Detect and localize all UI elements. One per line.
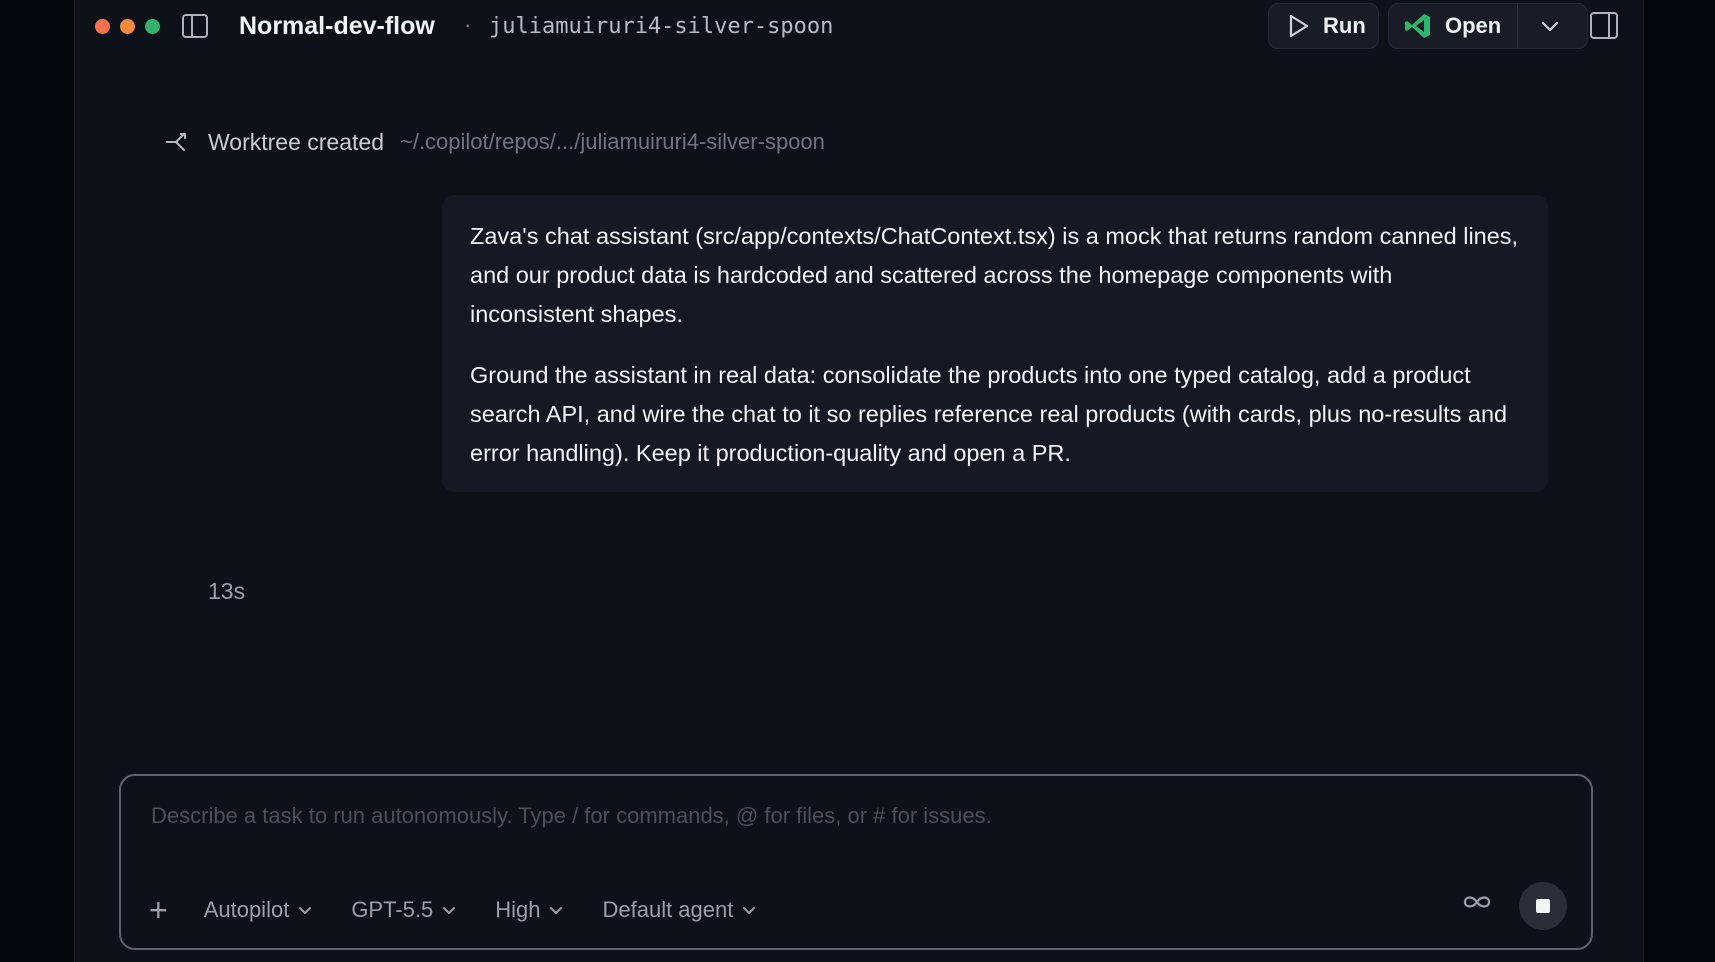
- chevron-down-icon: [443, 907, 456, 914]
- panel-toggle-icon[interactable]: [1590, 12, 1618, 39]
- app-window: Normal-dev-flow · juliamuiruri4-silver-s…: [74, 0, 1644, 962]
- effort-value: High: [495, 897, 541, 922]
- run-button-label: Run: [1323, 13, 1366, 38]
- elapsed-time: 13s: [208, 578, 246, 604]
- composer: + Autopilot GPT-5.5 High Default agent: [119, 774, 1593, 950]
- close-window-button[interactable]: [95, 19, 110, 34]
- open-button[interactable]: Open: [1389, 4, 1501, 48]
- worktree-status: Worktree created ~/.copilot/repos/.../ju…: [164, 128, 825, 156]
- title-bar: Normal-dev-flow · juliamuiruri4-silver-s…: [75, 0, 1643, 54]
- open-divider: [1517, 4, 1518, 48]
- effort-selector[interactable]: High: [495, 897, 564, 923]
- composer-toolbar: + Autopilot GPT-5.5 High Default agent: [149, 894, 795, 926]
- sidebar-toggle-icon[interactable]: [182, 14, 208, 38]
- agent-value: Default agent: [602, 897, 734, 922]
- agent-selector[interactable]: Default agent: [602, 897, 757, 923]
- chevron-down-icon: [550, 907, 563, 914]
- chevron-down-icon: [743, 907, 756, 914]
- message-paragraph: Ground the assistant in real data: conso…: [470, 362, 1508, 466]
- stop-icon: [1536, 899, 1550, 913]
- maximize-window-button[interactable]: [145, 19, 160, 34]
- message-paragraph: Zava's chat assistant (src/app/contexts/…: [470, 223, 1519, 327]
- worktree-path: ~/.copilot/repos/.../juliamuiruri4-silve…: [399, 129, 825, 154]
- open-button-label: Open: [1445, 13, 1502, 38]
- add-context-button[interactable]: +: [149, 894, 168, 926]
- vscode-icon: [1405, 14, 1430, 38]
- branch-icon: [166, 133, 186, 151]
- task-input[interactable]: [149, 802, 1533, 830]
- user-message: Zava's chat assistant (src/app/contexts/…: [442, 195, 1548, 492]
- mode-selector[interactable]: Autopilot: [204, 897, 314, 923]
- minimize-window-button[interactable]: [120, 19, 135, 34]
- worktree-label: Worktree created: [208, 128, 384, 155]
- infinity-icon[interactable]: [1461, 888, 1493, 916]
- model-selector[interactable]: GPT-5.5: [351, 897, 457, 923]
- open-button-group: Open: [1388, 3, 1588, 49]
- stop-button[interactable]: [1519, 882, 1567, 930]
- branch-name: juliamuiruri4-silver-spoon: [489, 14, 834, 39]
- model-value: GPT-5.5: [351, 897, 434, 922]
- chevron-down-icon[interactable]: [1539, 15, 1561, 37]
- session-title: Normal-dev-flow: [239, 12, 435, 40]
- run-button[interactable]: Run: [1268, 3, 1379, 49]
- title-separator: ·: [464, 12, 472, 37]
- play-icon: [1289, 14, 1309, 38]
- chevron-down-icon: [299, 907, 312, 914]
- mode-value: Autopilot: [203, 897, 290, 922]
